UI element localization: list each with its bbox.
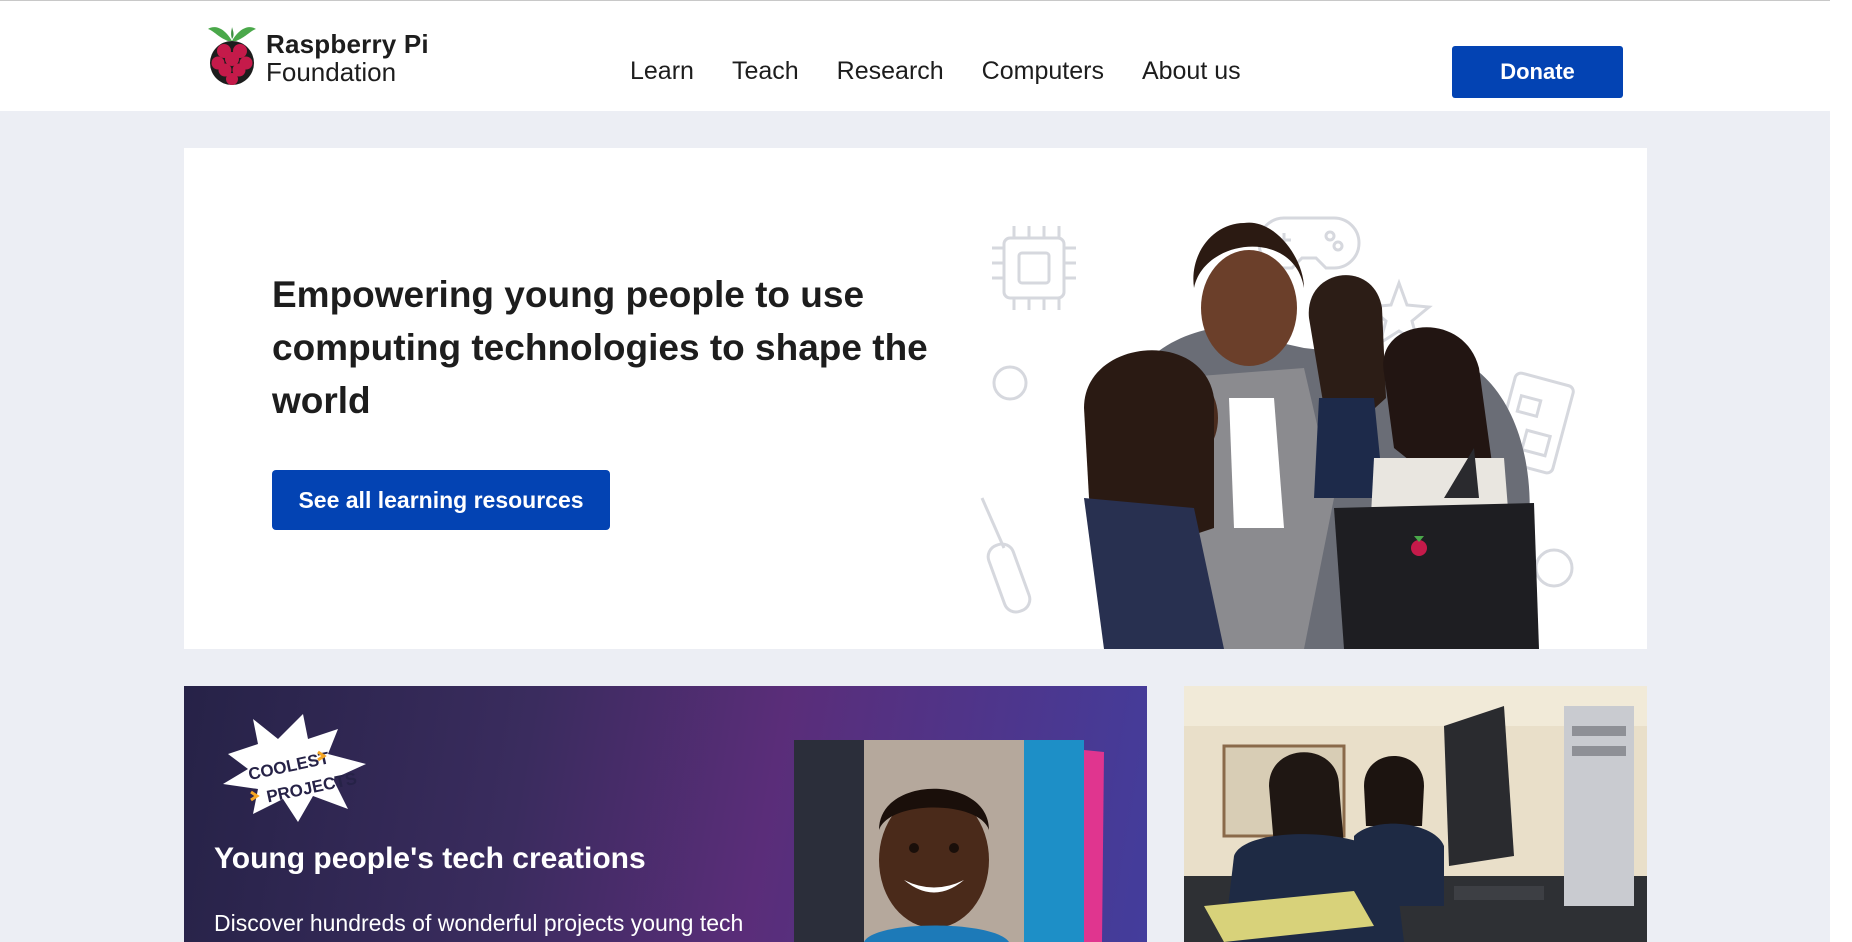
chip-outline-icon	[992, 226, 1076, 310]
coolest-projects-title: Young people's tech creations	[214, 842, 646, 875]
coolest-projects-card[interactable]: COOLEST PROJECTS Young people's tech cre…	[184, 686, 1147, 942]
students-with-teacher-photo	[1084, 222, 1539, 649]
nav-item-about-us[interactable]: About us	[1142, 57, 1241, 86]
nav-item-computers[interactable]: Computers	[982, 57, 1104, 86]
smiling-boy-photo	[794, 740, 1104, 942]
screwdriver-outline-icon	[980, 497, 1032, 614]
students-at-computers-card[interactable]	[1184, 686, 1647, 942]
logo-text-line1: Raspberry Pi	[266, 29, 429, 59]
nav-item-learn[interactable]: Learn	[630, 57, 694, 86]
raspberry-icon	[208, 27, 256, 85]
nav-item-research[interactable]: Research	[837, 57, 944, 86]
circle-outline-icon-right	[1534, 548, 1574, 588]
logo-text-line2: Foundation	[266, 57, 397, 87]
site-header: Raspberry Pi Foundation Learn Teach Rese…	[0, 1, 1830, 111]
donate-button[interactable]: Donate	[1452, 46, 1623, 98]
nav-item-teach[interactable]: Teach	[732, 57, 799, 86]
hero-illustration	[980, 216, 1575, 649]
see-all-learning-resources-button[interactable]: See all learning resources	[272, 470, 610, 530]
coolest-projects-logo: COOLEST PROJECTS	[223, 714, 366, 822]
hero-title: Empowering young people to use computing…	[272, 274, 928, 421]
main-nav: Learn Teach Research Computers About us	[630, 57, 1241, 86]
circle-outline-icon	[992, 365, 1028, 401]
raspberry-pi-foundation-logo[interactable]: Raspberry Pi Foundation	[206, 23, 429, 93]
scrollbar[interactable]	[1830, 0, 1852, 942]
hero-section: Empowering young people to use computing…	[184, 148, 1647, 649]
coolest-projects-description: Discover hundreds of wonderful projects …	[214, 910, 744, 936]
students-at-computers-photo	[1184, 686, 1647, 942]
